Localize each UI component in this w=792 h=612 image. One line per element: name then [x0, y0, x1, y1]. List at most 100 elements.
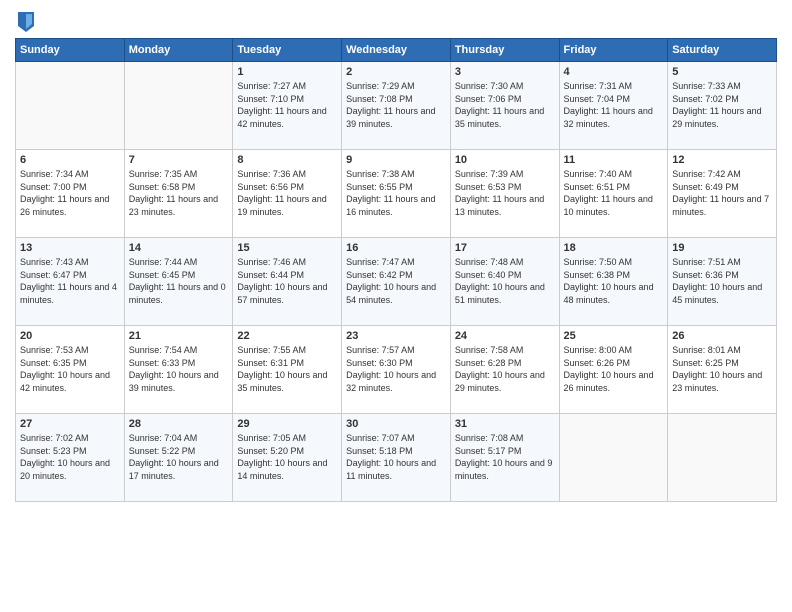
day-number: 25	[564, 330, 664, 342]
day-info: Sunrise: 7:02 AM Sunset: 5:23 PM Dayligh…	[20, 432, 120, 482]
day-number: 18	[564, 242, 664, 254]
calendar-cell: 20 Sunrise: 7:53 AM Sunset: 6:35 PM Dayli…	[16, 326, 125, 414]
calendar-cell	[559, 414, 668, 502]
day-number: 12	[672, 154, 772, 166]
day-number: 31	[455, 418, 555, 430]
day-info: Sunrise: 7:38 AM Sunset: 6:55 PM Dayligh…	[346, 168, 446, 218]
day-number: 22	[237, 330, 337, 342]
day-number: 6	[20, 154, 120, 166]
day-info: Sunrise: 7:57 AM Sunset: 6:30 PM Dayligh…	[346, 344, 446, 394]
calendar-cell: 19 Sunrise: 7:51 AM Sunset: 6:36 PM Dayli…	[668, 238, 777, 326]
day-number: 26	[672, 330, 772, 342]
weekday-header-row: SundayMondayTuesdayWednesdayThursdayFrid…	[16, 39, 777, 62]
calendar-cell: 7Sunrise: 7:35 AM Sunset: 6:58 PM Daylig…	[124, 150, 233, 238]
day-number: 5	[672, 66, 772, 78]
day-info: Sunrise: 7:42 AM Sunset: 6:49 PM Dayligh…	[672, 168, 772, 218]
weekday-header-saturday: Saturday	[668, 39, 777, 62]
weekday-header-friday: Friday	[559, 39, 668, 62]
day-number: 27	[20, 418, 120, 430]
day-number: 9	[346, 154, 446, 166]
calendar-cell: 21 Sunrise: 7:54 AM Sunset: 6:33 PM Dayli…	[124, 326, 233, 414]
calendar-cell: 23 Sunrise: 7:57 AM Sunset: 6:30 PM Dayli…	[342, 326, 451, 414]
day-info: Sunrise: 7:44 AM Sunset: 6:45 PM Dayligh…	[129, 256, 229, 306]
day-info: Sunrise: 7:50 AM Sunset: 6:38 PM Dayligh…	[564, 256, 664, 306]
weekday-header-monday: Monday	[124, 39, 233, 62]
calendar-cell: 26 Sunrise: 8:01 AM Sunset: 6:25 PM Dayli…	[668, 326, 777, 414]
day-number: 3	[455, 66, 555, 78]
header	[15, 10, 777, 32]
calendar-cell: 30Sunrise: 7:07 AM Sunset: 5:18 PM Dayli…	[342, 414, 451, 502]
day-number: 19	[672, 242, 772, 254]
calendar-cell: 15 Sunrise: 7:46 AM Sunset: 6:44 PM Dayli…	[233, 238, 342, 326]
day-number: 23	[346, 330, 446, 342]
day-number: 20	[20, 330, 120, 342]
day-info: Sunrise: 7:08 AM Sunset: 5:17 PM Dayligh…	[455, 432, 555, 482]
calendar-cell: 4Sunrise: 7:31 AM Sunset: 7:04 PM Daylig…	[559, 62, 668, 150]
day-number: 10	[455, 154, 555, 166]
calendar-cell: 10 Sunrise: 7:39 AM Sunset: 6:53 PM Dayli…	[450, 150, 559, 238]
day-number: 13	[20, 242, 120, 254]
calendar-cell: 11Sunrise: 7:40 AM Sunset: 6:51 PM Dayli…	[559, 150, 668, 238]
day-info: Sunrise: 7:40 AM Sunset: 6:51 PM Dayligh…	[564, 168, 664, 218]
day-info: Sunrise: 7:07 AM Sunset: 5:18 PM Dayligh…	[346, 432, 446, 482]
day-info: Sunrise: 7:46 AM Sunset: 6:44 PM Dayligh…	[237, 256, 337, 306]
day-number: 15	[237, 242, 337, 254]
day-info: Sunrise: 7:51 AM Sunset: 6:36 PM Dayligh…	[672, 256, 772, 306]
day-number: 28	[129, 418, 229, 430]
week-row-4: 20 Sunrise: 7:53 AM Sunset: 6:35 PM Dayli…	[16, 326, 777, 414]
day-number: 4	[564, 66, 664, 78]
page: SundayMondayTuesdayWednesdayThursdayFrid…	[0, 0, 792, 612]
day-info: Sunrise: 7:29 AM Sunset: 7:08 PM Dayligh…	[346, 80, 446, 130]
day-info: Sunrise: 7:54 AM Sunset: 6:33 PM Dayligh…	[129, 344, 229, 394]
day-info: Sunrise: 7:55 AM Sunset: 6:31 PM Dayligh…	[237, 344, 337, 394]
day-info: Sunrise: 7:34 AM Sunset: 7:00 PM Dayligh…	[20, 168, 120, 218]
calendar-cell: 16Sunrise: 7:47 AM Sunset: 6:42 PM Dayli…	[342, 238, 451, 326]
weekday-header-tuesday: Tuesday	[233, 39, 342, 62]
calendar-cell	[16, 62, 125, 150]
week-row-5: 27 Sunrise: 7:02 AM Sunset: 5:23 PM Dayli…	[16, 414, 777, 502]
day-info: Sunrise: 7:35 AM Sunset: 6:58 PM Dayligh…	[129, 168, 229, 218]
calendar-cell: 14 Sunrise: 7:44 AM Sunset: 6:45 PM Dayli…	[124, 238, 233, 326]
calendar-cell: 2 Sunrise: 7:29 AM Sunset: 7:08 PM Daylig…	[342, 62, 451, 150]
calendar-cell: 8 Sunrise: 7:36 AM Sunset: 6:56 PM Daylig…	[233, 150, 342, 238]
day-number: 14	[129, 242, 229, 254]
calendar-cell: 18 Sunrise: 7:50 AM Sunset: 6:38 PM Dayli…	[559, 238, 668, 326]
week-row-2: 6 Sunrise: 7:34 AM Sunset: 7:00 PM Daylig…	[16, 150, 777, 238]
calendar-cell: 31 Sunrise: 7:08 AM Sunset: 5:17 PM Dayli…	[450, 414, 559, 502]
weekday-header-sunday: Sunday	[16, 39, 125, 62]
calendar-cell: 25 Sunrise: 8:00 AM Sunset: 6:26 PM Dayli…	[559, 326, 668, 414]
calendar-cell	[124, 62, 233, 150]
calendar-cell: 1 Sunrise: 7:27 AM Sunset: 7:10 PM Daylig…	[233, 62, 342, 150]
day-info: Sunrise: 7:48 AM Sunset: 6:40 PM Dayligh…	[455, 256, 555, 306]
day-number: 8	[237, 154, 337, 166]
day-info: Sunrise: 7:43 AM Sunset: 6:47 PM Dayligh…	[20, 256, 120, 306]
logo	[15, 10, 36, 32]
day-number: 16	[346, 242, 446, 254]
calendar-cell	[668, 414, 777, 502]
day-number: 29	[237, 418, 337, 430]
day-info: Sunrise: 7:53 AM Sunset: 6:35 PM Dayligh…	[20, 344, 120, 394]
calendar-cell: 6 Sunrise: 7:34 AM Sunset: 7:00 PM Daylig…	[16, 150, 125, 238]
day-info: Sunrise: 8:00 AM Sunset: 6:26 PM Dayligh…	[564, 344, 664, 394]
day-number: 1	[237, 66, 337, 78]
day-info: Sunrise: 7:30 AM Sunset: 7:06 PM Dayligh…	[455, 80, 555, 130]
day-info: Sunrise: 7:04 AM Sunset: 5:22 PM Dayligh…	[129, 432, 229, 482]
calendar-cell: 13 Sunrise: 7:43 AM Sunset: 6:47 PM Dayli…	[16, 238, 125, 326]
calendar-cell: 9 Sunrise: 7:38 AM Sunset: 6:55 PM Daylig…	[342, 150, 451, 238]
day-number: 2	[346, 66, 446, 78]
day-info: Sunrise: 8:01 AM Sunset: 6:25 PM Dayligh…	[672, 344, 772, 394]
day-info: Sunrise: 7:27 AM Sunset: 7:10 PM Dayligh…	[237, 80, 337, 130]
day-info: Sunrise: 7:05 AM Sunset: 5:20 PM Dayligh…	[237, 432, 337, 482]
day-info: Sunrise: 7:36 AM Sunset: 6:56 PM Dayligh…	[237, 168, 337, 218]
day-number: 21	[129, 330, 229, 342]
calendar-cell: 27 Sunrise: 7:02 AM Sunset: 5:23 PM Dayli…	[16, 414, 125, 502]
calendar-cell: 5Sunrise: 7:33 AM Sunset: 7:02 PM Daylig…	[668, 62, 777, 150]
day-info: Sunrise: 7:58 AM Sunset: 6:28 PM Dayligh…	[455, 344, 555, 394]
weekday-header-thursday: Thursday	[450, 39, 559, 62]
day-info: Sunrise: 7:39 AM Sunset: 6:53 PM Dayligh…	[455, 168, 555, 218]
calendar-cell: 28 Sunrise: 7:04 AM Sunset: 5:22 PM Dayli…	[124, 414, 233, 502]
calendar-cell: 17Sunrise: 7:48 AM Sunset: 6:40 PM Dayli…	[450, 238, 559, 326]
calendar-table: SundayMondayTuesdayWednesdayThursdayFrid…	[15, 38, 777, 502]
calendar-cell: 29 Sunrise: 7:05 AM Sunset: 5:20 PM Dayli…	[233, 414, 342, 502]
day-number: 24	[455, 330, 555, 342]
